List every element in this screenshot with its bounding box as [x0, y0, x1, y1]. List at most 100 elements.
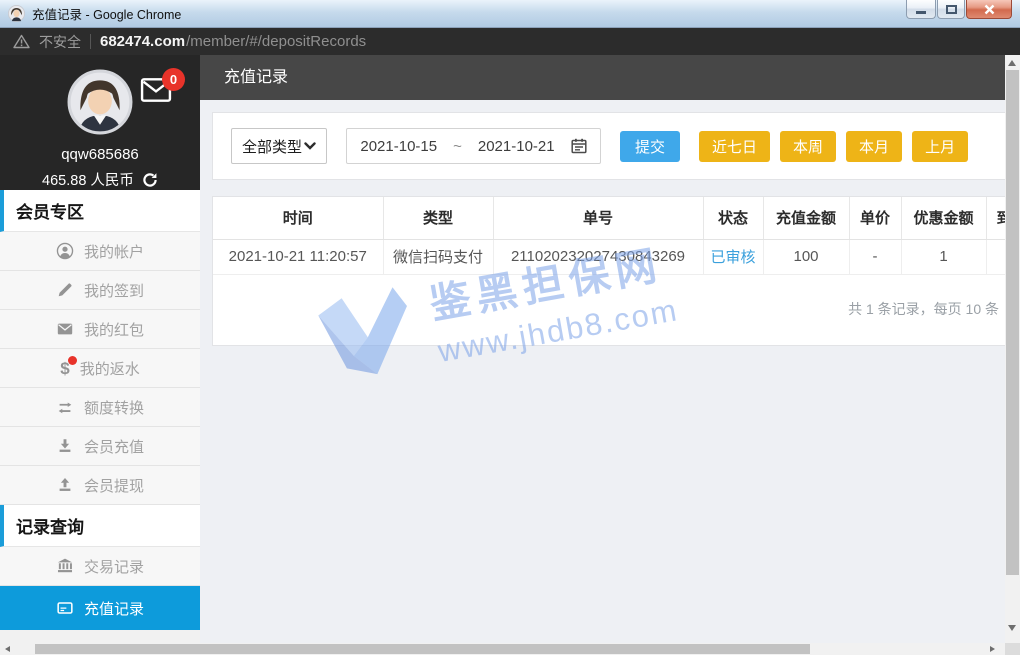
deposit-records-table: 时间 类型 单号 状态 充值金额 单价 优惠金额 到 2021-10-21 11… [213, 197, 1005, 275]
card-icon [56, 599, 74, 617]
sidebar-item-label: 我的帐户 [84, 241, 144, 262]
profile-panel: 0 qqw685686 465.88 人民币 [0, 55, 200, 190]
sidebar-item-quota-transfer[interactable]: 额度转换 [0, 388, 200, 427]
minimize-icon [916, 11, 926, 14]
quick-range-buttons: 近七日 本周 本月 上月 [699, 131, 968, 162]
main-content: 充值记录 全部类型 2021-10-15 ~ 2021-10-21 提交 近七日… [200, 55, 1005, 643]
sidebar-item-label: 交易记录 [84, 556, 144, 577]
scroll-right-arrow-icon[interactable] [990, 646, 995, 652]
date-range-separator: ~ [453, 138, 462, 155]
window-titlebar[interactable]: 充值记录 - Google Chrome [0, 0, 1020, 28]
submit-button[interactable]: 提交 [620, 131, 680, 162]
cell-amount: 100 [763, 239, 849, 274]
person-icon [56, 242, 74, 260]
scroll-down-arrow-icon[interactable] [1008, 625, 1016, 631]
scroll-up-arrow-icon[interactable] [1008, 60, 1016, 66]
type-select[interactable]: 全部类型 [231, 128, 327, 164]
col-unit-price: 单价 [849, 197, 901, 239]
pencil-icon [56, 281, 74, 299]
security-label: 不安全 [39, 32, 81, 52]
balance-amount: 465.88 人民币 [42, 169, 134, 190]
cell-unit-price: - [849, 239, 901, 274]
window-title: 充值记录 - Google Chrome [32, 4, 181, 23]
favicon-avatar-icon [8, 5, 25, 22]
vertical-scrollbar[interactable] [1005, 55, 1020, 643]
records-table-panel: 时间 类型 单号 状态 充值金额 单价 优惠金额 到 2021-10-21 11… [212, 196, 1005, 346]
notification-dot [68, 356, 77, 365]
maximize-button[interactable] [937, 0, 965, 19]
sidebar-item-label: 我的返水 [80, 358, 140, 379]
vertical-scroll-thumb[interactable] [1006, 70, 1019, 575]
refresh-balance-icon[interactable] [142, 172, 158, 188]
table-row: 2021-10-21 11:20:57 微信扫码支付 2110202320274… [213, 239, 1005, 274]
bank-icon [56, 557, 74, 575]
sidebar-item-label: 我的签到 [84, 280, 144, 301]
envelope-icon [56, 320, 74, 338]
filter-panel: 全部类型 2021-10-15 ~ 2021-10-21 提交 近七日 本周 本… [212, 112, 1005, 180]
col-status: 状态 [703, 197, 763, 239]
sidebar-item-my-rebate[interactable]: $ 我的返水 [0, 349, 200, 388]
col-arrival: 到 [986, 197, 1005, 239]
maximize-icon [946, 5, 957, 14]
section-member-zone: 会员专区 [0, 190, 200, 232]
col-time: 时间 [213, 197, 383, 239]
col-type: 类型 [383, 197, 493, 239]
not-secure-warning-icon [13, 34, 30, 49]
sidebar-item-label: 会员充值 [84, 436, 144, 457]
user-avatar[interactable] [67, 69, 133, 135]
sidebar-filler [0, 630, 200, 643]
scroll-left-arrow-icon[interactable] [5, 646, 10, 652]
cell-discount: 1 [901, 239, 986, 274]
sidebar-item-member-deposit[interactable]: 会员充值 [0, 427, 200, 466]
close-icon [984, 4, 995, 15]
scrollbar-corner [1005, 643, 1020, 655]
calendar-icon[interactable] [571, 138, 587, 154]
upload-icon [56, 476, 74, 494]
sidebar: 0 qqw685686 465.88 人民币 会员专区 我的帐户 我的签到 [0, 55, 200, 643]
address-bar[interactable]: 不安全 682474.com /member/#/depositRecords [0, 28, 1020, 55]
url-domain: 682474.com [100, 33, 185, 50]
col-discount: 优惠金额 [901, 197, 986, 239]
chevron-down-icon [304, 142, 316, 150]
transfer-arrows-icon [56, 398, 74, 416]
mail-badge: 0 [162, 68, 185, 91]
close-button[interactable] [966, 0, 1012, 19]
type-select-value: 全部类型 [242, 136, 302, 157]
sidebar-item-my-checkin[interactable]: 我的签到 [0, 271, 200, 310]
table-header-row: 时间 类型 单号 状态 充值金额 单价 优惠金额 到 [213, 197, 1005, 239]
last-month-button[interactable]: 上月 [912, 131, 968, 162]
sidebar-item-label: 额度转换 [84, 397, 144, 418]
date-to-value: 2021-10-21 [478, 138, 555, 155]
this-week-button[interactable]: 本周 [780, 131, 836, 162]
dollar-icon: $ [60, 360, 69, 377]
sidebar-item-transaction-records[interactable]: 交易记录 [0, 547, 200, 586]
col-order-no: 单号 [493, 197, 703, 239]
download-icon [56, 437, 74, 455]
address-separator [90, 34, 91, 49]
sidebar-item-my-redpacket[interactable]: 我的红包 [0, 310, 200, 349]
date-range-input[interactable]: 2021-10-15 ~ 2021-10-21 [346, 128, 601, 164]
cell-arrival [986, 239, 1005, 274]
horizontal-scroll-thumb[interactable] [35, 644, 810, 654]
sidebar-item-deposit-records[interactable]: 充值记录 [0, 586, 200, 630]
username: qqw685686 [0, 146, 200, 163]
sidebar-item-my-account[interactable]: 我的帐户 [0, 232, 200, 271]
cell-order-no: 211020232027430843269 [493, 239, 703, 274]
url-path: /member/#/depositRecords [186, 33, 366, 50]
sidebar-item-member-withdraw[interactable]: 会员提现 [0, 466, 200, 505]
horizontal-scrollbar[interactable] [0, 643, 1020, 655]
sidebar-menu: 会员专区 我的帐户 我的签到 我的红包 $ 我的返水 额度转换 [0, 190, 200, 643]
sidebar-item-label: 会员提现 [84, 475, 144, 496]
balance-row: 465.88 人民币 [0, 169, 200, 190]
cell-type: 微信扫码支付 [383, 239, 493, 274]
sidebar-item-label: 充值记录 [84, 598, 144, 619]
cell-time: 2021-10-21 11:20:57 [213, 239, 383, 274]
this-month-button[interactable]: 本月 [846, 131, 902, 162]
section-record-query: 记录查询 [0, 505, 200, 547]
sidebar-item-label: 我的红包 [84, 319, 144, 340]
last-7-days-button[interactable]: 近七日 [699, 131, 770, 162]
cell-status: 已审核 [703, 239, 763, 274]
minimize-button[interactable] [906, 0, 936, 19]
window-controls [906, 0, 1012, 19]
col-amount: 充值金额 [763, 197, 849, 239]
